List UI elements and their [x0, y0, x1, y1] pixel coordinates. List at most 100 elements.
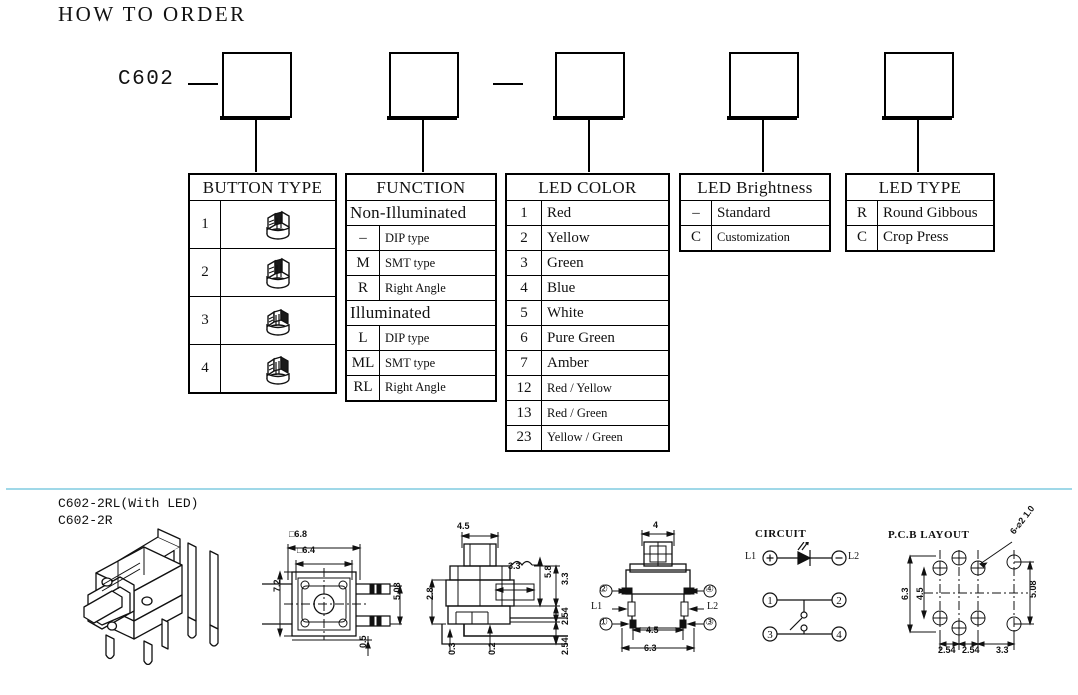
dim-side-total-h: 5.8	[543, 565, 553, 578]
pcb-hole-note: 6-⌀2 1.0	[1008, 503, 1037, 537]
led-type-value: Crop Press	[877, 225, 995, 251]
led-color-key: 1	[505, 200, 542, 226]
table-row[interactable]: 5 White	[505, 300, 670, 326]
table-row[interactable]: 4	[188, 344, 337, 394]
svg-text:1: 1	[767, 595, 773, 607]
terminal-label-l2: L2	[707, 601, 719, 612]
function-value: DIP type	[379, 225, 497, 251]
top-view-drawing	[262, 524, 407, 659]
led-color-key: 2	[505, 225, 542, 251]
table-led-brightness: LED Brightness – Standard C Customization	[679, 173, 831, 252]
led-color-value: White	[541, 300, 670, 326]
selector-stem-3	[588, 120, 590, 172]
led-color-value: Yellow	[541, 225, 670, 251]
table-row[interactable]: 2 Yellow	[505, 225, 670, 251]
led-type-value: Round Gibbous	[877, 200, 995, 226]
button-cap-icon	[266, 210, 290, 240]
table-row[interactable]: – Standard	[679, 200, 831, 226]
dim-pcb-outer-h: 6.3	[900, 587, 910, 600]
dim-top-lead: 0.5	[358, 635, 368, 648]
dim-side-pitch-a: 2.54	[560, 607, 570, 625]
table-row[interactable]: 4 Blue	[505, 275, 670, 301]
led-color-key: 7	[505, 350, 542, 376]
circuit-title: CIRCUIT	[755, 528, 807, 540]
led-color-value: Red	[541, 200, 670, 226]
button-type-key: 1	[188, 200, 221, 249]
selector-box-led-type[interactable]	[884, 52, 954, 118]
button-type-key: 2	[188, 248, 221, 297]
table-row[interactable]: – DIP type	[345, 225, 497, 251]
led-color-key: 23	[505, 425, 542, 451]
dim-pcb-p2: 2.54	[962, 645, 980, 655]
table-row[interactable]: 23 Yellow / Green	[505, 425, 670, 451]
table-led-type: LED TYPE R Round Gibbous C Crop Press	[845, 173, 995, 252]
led-color-key: 4	[505, 275, 542, 301]
dim-inner-square: □6.4	[297, 545, 315, 555]
function-key: M	[345, 250, 380, 276]
table-row[interactable]: RL Right Angle	[345, 375, 497, 401]
table-row[interactable]: C Crop Press	[845, 225, 995, 251]
table-row[interactable]: 2	[188, 248, 337, 297]
terminal-label-2: ②	[599, 584, 608, 595]
selector-stem-2	[422, 120, 424, 172]
dim-pcb-right-h: 5.08	[1028, 580, 1038, 598]
function-value: SMT type	[379, 250, 497, 276]
button-type-icon-cell	[220, 344, 337, 394]
button-type-icon-cell	[220, 248, 337, 297]
table-row[interactable]: 1	[188, 200, 337, 249]
connector-dash-2	[493, 83, 523, 85]
function-key: ML	[345, 350, 380, 376]
isometric-switch-view	[62, 525, 252, 665]
led-brightness-value: Standard	[711, 200, 831, 226]
selector-stem-4	[762, 120, 764, 172]
table-row[interactable]: C Customization	[679, 225, 831, 251]
dim-top-height: 7.2	[272, 579, 282, 592]
function-value: DIP type	[379, 325, 497, 351]
function-group-label-non-illuminated: Non-Illuminated	[345, 200, 497, 226]
table-row[interactable]: 3	[188, 296, 337, 345]
selector-box-function[interactable]	[389, 52, 459, 118]
table-header-button-type: BUTTON TYPE	[188, 173, 337, 201]
led-color-key: 13	[505, 400, 542, 426]
table-led-color: LED COLOR 1 Red 2 Yellow 3 Green 4 Blue 5 Whi…	[505, 173, 670, 452]
table-row[interactable]: 12 Red / Yellow	[505, 375, 670, 401]
table-row[interactable]: R Right Angle	[345, 275, 497, 301]
dim-pcb-inner-h: 4.5	[915, 587, 925, 600]
table-row[interactable]: 7 Amber	[505, 350, 670, 376]
table-row[interactable]: R Round Gibbous	[845, 200, 995, 226]
selector-box-button-type[interactable]	[222, 52, 292, 118]
table-row[interactable]: 6 Pure Green	[505, 325, 670, 351]
led-color-value: Yellow / Green	[541, 425, 670, 451]
table-row[interactable]: 1 Red	[505, 200, 670, 226]
function-key: L	[345, 325, 380, 351]
function-value: Right Angle	[379, 375, 497, 401]
dim-top-pitch: 5.08	[392, 582, 402, 600]
dim-side-tab: 3.3	[508, 561, 521, 571]
dim-front-cap: 4	[653, 520, 659, 530]
selector-box-led-brightness[interactable]	[729, 52, 799, 118]
terminal-label-l1: L1	[591, 601, 603, 612]
table-row[interactable]: M SMT type	[345, 250, 497, 276]
function-key: RL	[345, 375, 380, 401]
led-brightness-key: –	[679, 200, 712, 226]
button-type-key: 3	[188, 296, 221, 345]
table-row[interactable]: L DIP type	[345, 325, 497, 351]
function-key: –	[345, 225, 380, 251]
button-cap-icon	[266, 257, 290, 289]
led-type-key: R	[845, 200, 878, 226]
button-cap-icon	[266, 308, 290, 336]
dim-side-lead-b: 0.2	[487, 642, 497, 655]
function-value: SMT type	[379, 350, 497, 376]
dim-outer-square: □6.8	[289, 529, 307, 539]
led-color-value: Red / Yellow	[541, 375, 670, 401]
led-color-key: 5	[505, 300, 542, 326]
terminal-label-1: ①	[599, 617, 608, 628]
function-group-label-illuminated: Illuminated	[345, 300, 497, 326]
dim-side-body-h: 2.8	[425, 587, 435, 600]
selector-box-led-color[interactable]	[555, 52, 625, 118]
table-row[interactable]: ML SMT type	[345, 350, 497, 376]
button-type-key: 4	[188, 344, 221, 394]
order-code-prefix: C602	[118, 68, 175, 91]
table-row[interactable]: 3 Green	[505, 250, 670, 276]
table-row[interactable]: 13 Red / Green	[505, 400, 670, 426]
